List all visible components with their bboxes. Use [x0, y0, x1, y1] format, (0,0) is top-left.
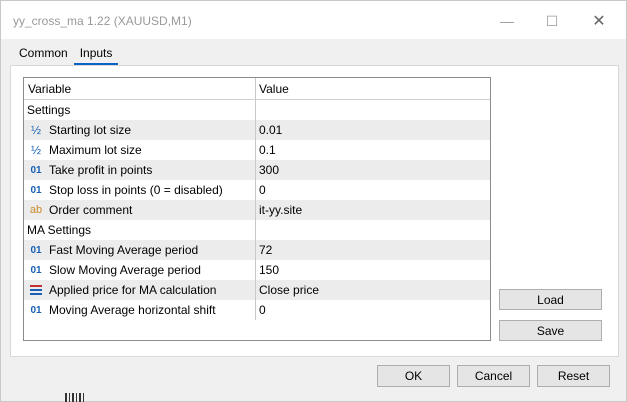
- value-cell[interactable]: 0: [256, 300, 490, 320]
- grid-param-row[interactable]: 01 Slow Moving Average period 150: [24, 260, 490, 280]
- value-cell: [256, 100, 490, 120]
- variable-cell: 01 Slow Moving Average period: [24, 260, 256, 280]
- resize-grip-icon: [65, 393, 84, 402]
- variable-label: Stop loss in points (0 = disabled): [49, 183, 223, 197]
- integer-icon: 01: [30, 304, 42, 316]
- grid-param-row[interactable]: ab Order comment it-yy.site: [24, 200, 490, 220]
- integer-icon: 01: [30, 164, 42, 176]
- value-cell[interactable]: it-yy.site: [256, 200, 490, 220]
- variable-label: Fast Moving Average period: [49, 243, 199, 257]
- save-button[interactable]: Save: [499, 320, 602, 341]
- tab-bar: Common Inputs: [13, 45, 119, 65]
- value-cell[interactable]: 0.1: [256, 140, 490, 160]
- variable-label: Applied price for MA calculation: [49, 283, 217, 297]
- variable-label: Settings: [27, 103, 71, 117]
- value-cell[interactable]: 72: [256, 240, 490, 260]
- minimize-button[interactable]: —: [493, 9, 521, 33]
- integer-icon: 01: [30, 264, 42, 276]
- tab-common[interactable]: Common: [13, 45, 74, 65]
- fraction-icon: ½: [30, 143, 41, 157]
- variable-cell: ½ Maximum lot size: [24, 140, 256, 160]
- variable-label: Order comment: [49, 203, 133, 217]
- variable-cell: 01 Take profit in points: [24, 160, 256, 180]
- variable-cell: 01 Fast Moving Average period: [24, 240, 256, 260]
- grid-param-row[interactable]: 01 Fast Moving Average period 72: [24, 240, 490, 260]
- grid-param-row[interactable]: Applied price for MA calculation Close pr…: [24, 280, 490, 300]
- variable-cell: Settings: [24, 100, 256, 120]
- maximize-button[interactable]: ☐: [538, 9, 566, 33]
- close-button[interactable]: ✕: [585, 9, 613, 33]
- title-bar[interactable]: yy_cross_ma 1.22 (XAUUSD,M1) — ☐ ✕: [1, 1, 626, 39]
- column-header-value[interactable]: Value: [256, 78, 490, 99]
- value-cell[interactable]: 0: [256, 180, 490, 200]
- variable-label: Moving Average horizontal shift: [49, 303, 216, 317]
- variable-label: Starting lot size: [49, 123, 132, 137]
- grid-header: Variable Value: [24, 78, 490, 100]
- grid-param-row[interactable]: 01 Take profit in points 300: [24, 160, 490, 180]
- variable-cell: 01 Moving Average horizontal shift: [24, 300, 256, 320]
- dialog-window: yy_cross_ma 1.22 (XAUUSD,M1) — ☐ ✕ Commo…: [0, 0, 627, 402]
- integer-icon: 01: [30, 184, 42, 196]
- value-cell[interactable]: Close price: [256, 280, 490, 300]
- value-cell[interactable]: 0.01: [256, 120, 490, 140]
- column-header-variable[interactable]: Variable: [24, 78, 256, 99]
- grid-section-row: Settings: [24, 100, 490, 120]
- ok-button[interactable]: OK: [377, 365, 450, 387]
- variable-cell: ab Order comment: [24, 200, 256, 220]
- variable-label: Slow Moving Average period: [49, 263, 201, 277]
- cancel-button[interactable]: Cancel: [457, 365, 530, 387]
- inputs-grid[interactable]: Variable Value Settings ½ Starting lot siz…: [23, 77, 491, 341]
- integer-icon: 01: [30, 244, 42, 256]
- grid-param-row[interactable]: ½ Starting lot size 0.01: [24, 120, 490, 140]
- variable-label: Take profit in points: [49, 163, 153, 177]
- grid-param-row[interactable]: 01 Stop loss in points (0 = disabled) 0: [24, 180, 490, 200]
- variable-cell: 01 Stop loss in points (0 = disabled): [24, 180, 256, 200]
- fraction-icon: ½: [30, 123, 41, 137]
- reset-button[interactable]: Reset: [537, 365, 610, 387]
- load-button[interactable]: Load: [499, 289, 602, 310]
- variable-cell: ½ Starting lot size: [24, 120, 256, 140]
- enum-icon: [28, 284, 44, 296]
- variable-label: Maximum lot size: [49, 143, 142, 157]
- variable-cell: Applied price for MA calculation: [24, 280, 256, 300]
- value-cell[interactable]: 150: [256, 260, 490, 280]
- variable-label: MA Settings: [27, 223, 92, 237]
- tab-inputs[interactable]: Inputs: [73, 45, 119, 65]
- window-title: yy_cross_ma 1.22 (XAUUSD,M1): [13, 14, 192, 28]
- value-cell[interactable]: 300: [256, 160, 490, 180]
- string-icon: ab: [29, 204, 43, 216]
- variable-cell: MA Settings: [24, 220, 256, 240]
- grid-param-row[interactable]: ½ Maximum lot size 0.1: [24, 140, 490, 160]
- value-cell: [256, 220, 490, 240]
- grid-section-row: MA Settings: [24, 220, 490, 240]
- grid-param-row[interactable]: 01 Moving Average horizontal shift 0: [24, 300, 490, 320]
